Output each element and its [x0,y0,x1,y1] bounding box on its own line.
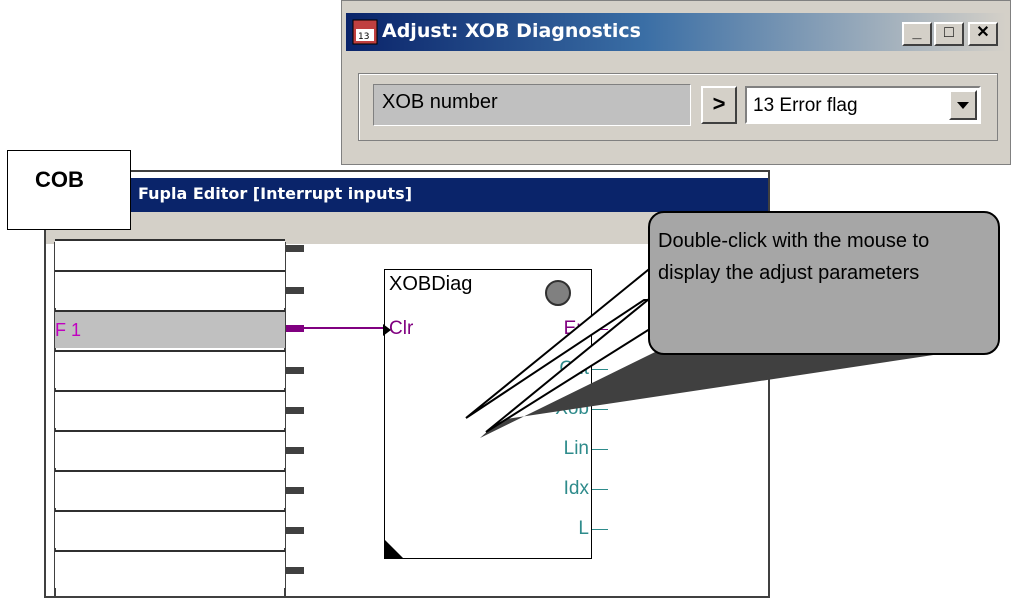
callout-text: Double-click with the mouse to display t… [658,230,930,284]
callout-bubble: Double-click with the mouse to display t… [648,211,1000,355]
